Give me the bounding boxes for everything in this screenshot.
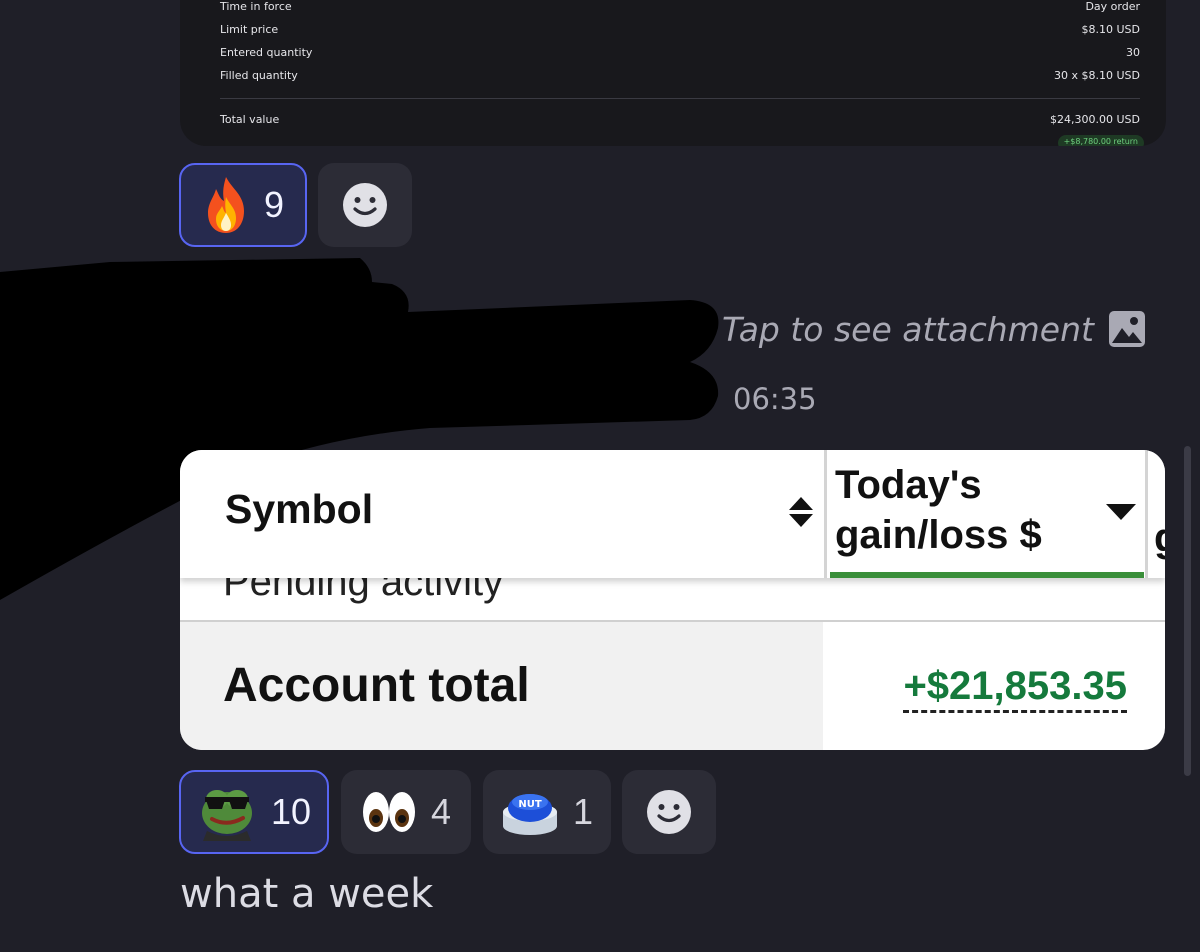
nut-button-label: NUT [518, 799, 541, 810]
column-header-line: Today's [835, 463, 982, 507]
positions-table-header: Symbol Today's gain/loss $ g [180, 450, 1165, 578]
message-timestamp: 06:35 [733, 382, 817, 416]
account-total-label: Account total [223, 659, 530, 712]
column-header-line: gain/loss $ [835, 513, 1042, 557]
column-divider [824, 450, 827, 578]
image-icon [1108, 311, 1145, 347]
active-column-underline [830, 572, 1144, 578]
order-row-value: 30 [1126, 46, 1140, 59]
order-row-value: $8.10 USD [1081, 23, 1141, 36]
reaction-pepe[interactable]: 10 [179, 770, 329, 854]
order-row-value: Day order [1085, 0, 1140, 13]
column-divider [1145, 450, 1148, 578]
order-row-value: 30 x $8.10 USD [1054, 69, 1140, 82]
attachment-link[interactable]: Tap to see attachment [722, 304, 1146, 354]
attachment-text: Tap to see attachment [722, 309, 1094, 349]
pepe-sunglasses-icon [201, 790, 252, 841]
message-text: what a week [180, 871, 434, 917]
add-reaction-button[interactable] [622, 770, 716, 854]
scrollbar[interactable] [1184, 446, 1191, 776]
column-header-partial: g [1154, 516, 1165, 561]
add-reaction-icon [647, 790, 691, 834]
sort-icon[interactable] [786, 495, 816, 529]
reaction-count: 4 [430, 791, 452, 832]
return-badge: +$8,780.00 return [1057, 135, 1144, 146]
account-total-value[interactable]: +$21,853.35 [903, 664, 1127, 713]
column-header-symbol: Symbol [225, 486, 374, 532]
eyes-emoji-icon [362, 792, 415, 832]
sort-descending-icon[interactable] [1104, 502, 1138, 522]
order-total-value: $24,300.00 USD [1050, 113, 1140, 126]
chat-screen: Time in force Day order Limit price $8.1… [0, 0, 1200, 952]
column-header-todays-gain-loss[interactable]: Today's gain/loss $ [835, 460, 1042, 560]
nut-button-icon: NUT [502, 794, 557, 835]
reaction-count: 10 [270, 791, 312, 832]
brokerage-screenshot[interactable]: Symbol Today's gain/loss $ g Pending act… [180, 450, 1165, 750]
reaction-eyes[interactable]: 4 [341, 770, 471, 854]
reaction-nut-button[interactable]: NUT 1 [483, 770, 611, 854]
reaction-count: 1 [572, 791, 594, 832]
